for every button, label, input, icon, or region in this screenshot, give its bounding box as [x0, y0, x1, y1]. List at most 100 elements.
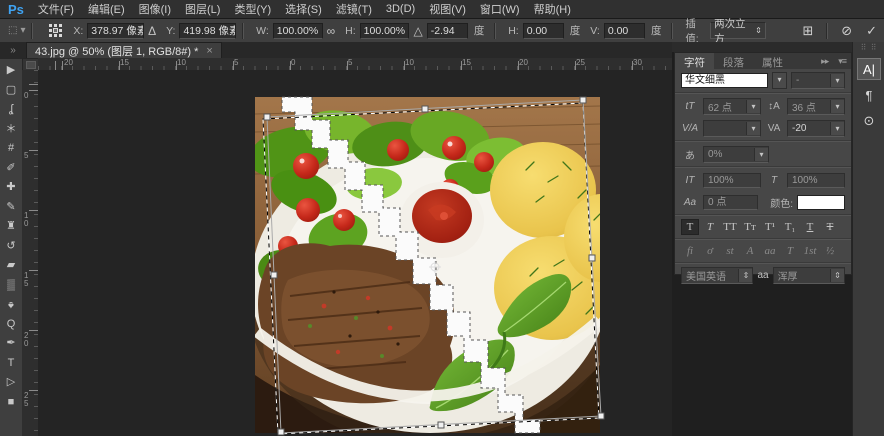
stylistic-alternates-button[interactable]: aa [761, 243, 779, 259]
ruler-mark: 10 [177, 58, 186, 67]
relative-position-icon[interactable]: Δ [148, 24, 156, 38]
collapse-panel-icon[interactable]: ▸▸ [816, 53, 833, 69]
lasso-tool[interactable]: ʆ [0, 100, 22, 120]
cancel-transform-icon[interactable]: ⊘ [841, 23, 852, 39]
document-tab[interactable]: 43.jpg @ 50% (图层 1, RGB/8#) * × [26, 42, 222, 59]
horizontal-scale-field[interactable]: 100% [787, 173, 845, 188]
language-select[interactable]: 美国英语 ⇕ [681, 267, 753, 284]
tab-overflow-icon[interactable]: » [0, 45, 26, 59]
proportional-spacing-icon: あ [681, 147, 699, 162]
superscript-button[interactable]: T¹ [761, 219, 779, 235]
properties-panel-icon[interactable]: ⊙ [857, 110, 881, 132]
menu-select[interactable]: 选择(S) [285, 1, 322, 17]
chevron-down-icon[interactable]: ▾ [830, 74, 844, 87]
menu-window[interactable]: 窗口(W) [480, 1, 520, 17]
chevron-down-icon[interactable]: ▾ [772, 72, 787, 89]
menu-type[interactable]: 类型(Y) [234, 1, 271, 17]
menu-image[interactable]: 图像(I) [139, 1, 171, 17]
menu-edit[interactable]: 编辑(E) [88, 1, 125, 17]
width-scale-field[interactable]: 100.00% [273, 23, 323, 39]
chevron-down-icon[interactable]: ▾ [830, 100, 844, 113]
tab-properties[interactable]: 属性 [753, 53, 792, 69]
history-brush-tool[interactable]: ↺ [0, 237, 22, 257]
divider [494, 23, 496, 39]
chevron-down-icon[interactable]: ▾ [754, 148, 768, 161]
healing-brush-tool[interactable]: ✚ [0, 178, 22, 198]
canvas-area[interactable] [38, 70, 672, 436]
menu-3d[interactable]: 3D(D) [386, 3, 415, 15]
text-color-swatch[interactable] [797, 195, 845, 210]
commit-transform-icon[interactable]: ✓ [866, 23, 877, 39]
anti-alias-select[interactable]: 浑厚 ⇕ [773, 267, 845, 284]
crop-tool[interactable]: # [0, 139, 22, 159]
font-style-select[interactable]: - ▾ [791, 72, 845, 89]
dock-grip[interactable]: ⠿ ⠿ [861, 42, 878, 54]
underline-button[interactable]: T [801, 219, 819, 235]
vskew-field[interactable]: 0.00 [604, 23, 645, 39]
faux-italic-button[interactable]: T [701, 219, 719, 235]
fractions-button[interactable]: ½ [821, 243, 839, 259]
contextual-alternates-button[interactable]: ơ [701, 243, 719, 259]
move-tool[interactable]: ▶ [0, 61, 22, 81]
chevron-down-icon[interactable]: ▾ [830, 122, 844, 135]
character-panel-icon[interactable]: A| [857, 58, 881, 80]
strikethrough-button[interactable]: T [821, 219, 839, 235]
proportional-spacing-select[interactable]: 0% ▾ [703, 146, 769, 163]
x-position-field[interactable]: 378.97 像素 [87, 23, 144, 39]
menu-filter[interactable]: 滤镜(T) [336, 1, 372, 17]
panel-menu-icon[interactable]: ▾≡ [833, 53, 851, 69]
brush-tool[interactable]: ✎ [0, 198, 22, 218]
ligatures-button[interactable]: fi [681, 243, 699, 259]
blur-tool[interactable]: ♠ [0, 295, 22, 315]
titling-alternates-button[interactable]: T [781, 243, 799, 259]
color-label: 颜色: [770, 195, 793, 210]
link-dimensions-icon[interactable]: ∞ [327, 24, 336, 38]
interpolation-select[interactable]: 两次立方 ⇕ [710, 22, 766, 39]
height-scale-field[interactable]: 100.00% [360, 23, 410, 39]
close-icon[interactable]: × [206, 45, 212, 57]
menu-view[interactable]: 视图(V) [429, 1, 466, 17]
dodge-tool[interactable]: Q [0, 315, 22, 335]
menu-layer[interactable]: 图层(L) [185, 1, 220, 17]
eraser-tool[interactable]: ▰ [0, 256, 22, 276]
path-select-tool[interactable]: ▷ [0, 373, 22, 393]
gradient-tool[interactable]: ▒ [0, 276, 22, 296]
tracking-select[interactable]: -20 ▾ [787, 120, 845, 137]
all-caps-button[interactable]: TT [721, 219, 739, 235]
tab-paragraph[interactable]: 段落 [714, 53, 753, 69]
paragraph-panel-icon[interactable]: ¶ [857, 84, 881, 106]
tab-character[interactable]: 字符 [675, 53, 714, 69]
y-position-field[interactable]: 419.98 像素 [179, 23, 236, 39]
clone-stamp-tool[interactable]: ♜ [0, 217, 22, 237]
subscript-button[interactable]: T₁ [781, 219, 799, 235]
ordinals-button[interactable]: 1st [801, 243, 819, 259]
vskew-label: V: [590, 25, 600, 37]
faux-bold-button[interactable]: T [681, 219, 699, 235]
small-caps-button[interactable]: Tᴛ [741, 219, 759, 235]
menu-help[interactable]: 帮助(H) [534, 1, 571, 17]
eyedropper-tool[interactable]: ✐ [0, 159, 22, 179]
menu-file[interactable]: 文件(F) [38, 1, 74, 17]
kerning-icon: V/A [681, 123, 699, 134]
marquee-tool[interactable]: ▢ [0, 81, 22, 101]
chevron-down-icon[interactable]: ▾ [746, 122, 760, 135]
discretionary-ligatures-button[interactable]: st [721, 243, 739, 259]
chevron-down-icon[interactable]: ▾ [746, 100, 760, 113]
tool-preset-picker[interactable]: ⬚ ▾ [8, 25, 25, 36]
shape-tool[interactable]: ■ [0, 393, 22, 413]
font-family-input[interactable]: 华文细黑 [681, 73, 768, 88]
magic-wand-tool[interactable]: ＊ [0, 120, 22, 140]
reference-point-grid[interactable] [49, 24, 63, 38]
pen-tool[interactable]: ✒ [0, 334, 22, 354]
type-tool[interactable]: T [0, 354, 22, 374]
ruler-mark: 0 [24, 92, 32, 100]
rotation-field[interactable]: -2.94 [427, 23, 468, 39]
baseline-shift-field[interactable]: 0 点 [703, 195, 758, 210]
leading-select[interactable]: 36 点 ▾ [787, 98, 845, 115]
font-size-select[interactable]: 62 点 ▾ [703, 98, 761, 115]
vertical-scale-field[interactable]: 100% [703, 173, 761, 188]
hskew-field[interactable]: 0.00 [523, 23, 564, 39]
kerning-select[interactable]: ▾ [703, 120, 761, 137]
warp-mode-toggle-icon[interactable]: ⊞ [802, 23, 813, 39]
swash-button[interactable]: A [741, 243, 759, 259]
